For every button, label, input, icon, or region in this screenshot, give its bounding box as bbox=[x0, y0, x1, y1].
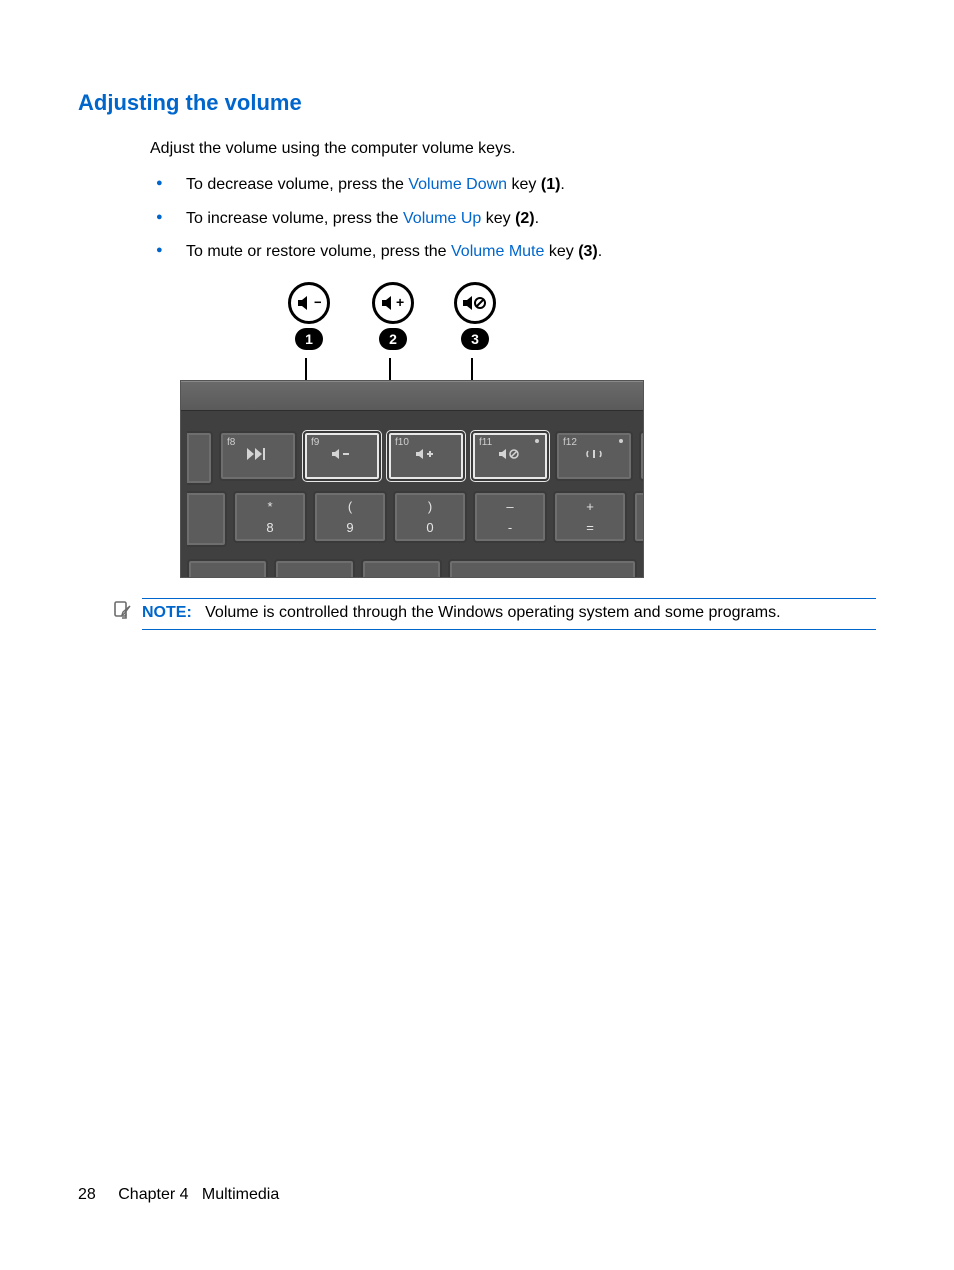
text: key bbox=[507, 176, 541, 193]
text: To decrease volume, press the bbox=[186, 176, 408, 193]
text: To increase volume, press the bbox=[186, 210, 403, 227]
indicator-dot bbox=[619, 439, 623, 443]
key-sub: 8 bbox=[266, 520, 273, 535]
leader-row bbox=[180, 358, 642, 380]
text: . bbox=[560, 176, 564, 193]
keyboard-edge bbox=[181, 381, 643, 410]
f8-key: f8 bbox=[219, 431, 297, 481]
text: . bbox=[598, 243, 602, 260]
note-box: NOTE: Volume is controlled through the W… bbox=[112, 598, 876, 630]
text: To mute or restore volume, press the bbox=[186, 243, 451, 260]
key-minus: – - bbox=[473, 491, 547, 543]
partial-key bbox=[187, 559, 268, 578]
keyboard-illustration: f8 f9 f10 bbox=[180, 380, 644, 578]
key-sup: ( bbox=[348, 499, 352, 514]
text: key bbox=[481, 210, 515, 227]
f12-key: f12 bbox=[555, 431, 633, 481]
keyboard-spacer bbox=[181, 410, 643, 425]
note-label: NOTE: bbox=[142, 604, 192, 621]
volume-mute-icon bbox=[454, 282, 496, 324]
svg-text:+: + bbox=[396, 295, 404, 310]
svg-text:−: − bbox=[314, 295, 321, 310]
callout-number: 1 bbox=[295, 328, 323, 350]
key-label: f10 bbox=[395, 437, 409, 448]
list-item: To mute or restore volume, press the Vol… bbox=[150, 241, 876, 263]
partial-key bbox=[187, 491, 227, 547]
key-0: ) 0 bbox=[393, 491, 467, 543]
partial-key bbox=[633, 491, 644, 543]
callout-number: 3 bbox=[461, 328, 489, 350]
leader-line bbox=[471, 358, 473, 380]
chapter-label: Chapter 4 bbox=[118, 1186, 188, 1203]
callout-1: − 1 bbox=[288, 282, 330, 350]
volume-up-icon: + bbox=[372, 282, 414, 324]
partial-key: ins bbox=[639, 431, 644, 481]
volume-mute-icon bbox=[499, 447, 521, 465]
key-sup: – bbox=[506, 499, 513, 514]
partial-key bbox=[361, 559, 442, 578]
key-sup: + bbox=[586, 499, 594, 514]
callout-2: + 2 bbox=[372, 282, 414, 350]
keyboard-bottom-row bbox=[181, 553, 643, 577]
callout-number: 2 bbox=[379, 328, 407, 350]
volume-down-icon: − bbox=[288, 282, 330, 324]
key-ref: (1) bbox=[541, 176, 561, 193]
leader-line bbox=[389, 358, 391, 380]
partial-key bbox=[187, 431, 213, 485]
page-footer: 28 Chapter 4 Multimedia bbox=[78, 1186, 279, 1204]
note-text: Volume is controlled through the Windows… bbox=[205, 604, 780, 621]
indicator-dot bbox=[535, 439, 539, 443]
keyboard-figure: − 1 + 2 bbox=[180, 282, 642, 578]
partial-key bbox=[448, 559, 637, 578]
key-sub: = bbox=[586, 520, 594, 535]
volume-down-link[interactable]: Volume Down bbox=[408, 176, 507, 193]
key-8: * 8 bbox=[233, 491, 307, 543]
wifi-icon bbox=[584, 447, 604, 465]
volume-down-icon bbox=[332, 447, 352, 465]
number-key-row: * 8 ( 9 ) 0 – - + = bbox=[181, 485, 643, 553]
f9-volume-down-key: f9 bbox=[303, 431, 381, 481]
list-item: To increase volume, press the Volume Up … bbox=[150, 208, 876, 230]
chapter-title: Multimedia bbox=[202, 1186, 279, 1203]
volume-instruction-list: To decrease volume, press the Volume Dow… bbox=[150, 174, 876, 263]
callout-3: 3 bbox=[454, 282, 496, 350]
text: key bbox=[544, 243, 578, 260]
key-ref: (3) bbox=[578, 243, 598, 260]
key-sub: 9 bbox=[346, 520, 353, 535]
key-sub: - bbox=[508, 520, 512, 535]
leader-line bbox=[305, 358, 307, 380]
key-label: f12 bbox=[563, 437, 577, 448]
key-9: ( 9 bbox=[313, 491, 387, 543]
list-item: To decrease volume, press the Volume Dow… bbox=[150, 174, 876, 196]
volume-mute-link[interactable]: Volume Mute bbox=[451, 243, 544, 260]
f11-volume-mute-key: f11 bbox=[471, 431, 549, 481]
document-page: Adjusting the volume Adjust the volume u… bbox=[0, 0, 954, 1270]
text: . bbox=[535, 210, 539, 227]
partial-key bbox=[274, 559, 355, 578]
key-label: f9 bbox=[311, 437, 319, 448]
note-icon bbox=[112, 598, 132, 620]
volume-up-icon bbox=[416, 447, 436, 465]
note-body: NOTE: Volume is controlled through the W… bbox=[142, 598, 876, 630]
key-label: f8 bbox=[227, 437, 235, 448]
f10-volume-up-key: f10 bbox=[387, 431, 465, 481]
section-heading: Adjusting the volume bbox=[78, 90, 876, 116]
key-sub: 0 bbox=[426, 520, 433, 535]
key-equals: + = bbox=[553, 491, 627, 543]
key-ref: (2) bbox=[515, 210, 535, 227]
callout-row: − 1 + 2 bbox=[180, 282, 642, 358]
volume-up-link[interactable]: Volume Up bbox=[403, 210, 481, 227]
intro-paragraph: Adjust the volume using the computer vol… bbox=[150, 138, 876, 160]
skip-icon bbox=[247, 447, 269, 465]
key-sup: * bbox=[267, 499, 272, 514]
key-label: f11 bbox=[479, 437, 492, 448]
key-sup: ) bbox=[428, 499, 432, 514]
function-key-row: f8 f9 f10 bbox=[181, 425, 643, 485]
page-number: 28 bbox=[78, 1186, 96, 1204]
